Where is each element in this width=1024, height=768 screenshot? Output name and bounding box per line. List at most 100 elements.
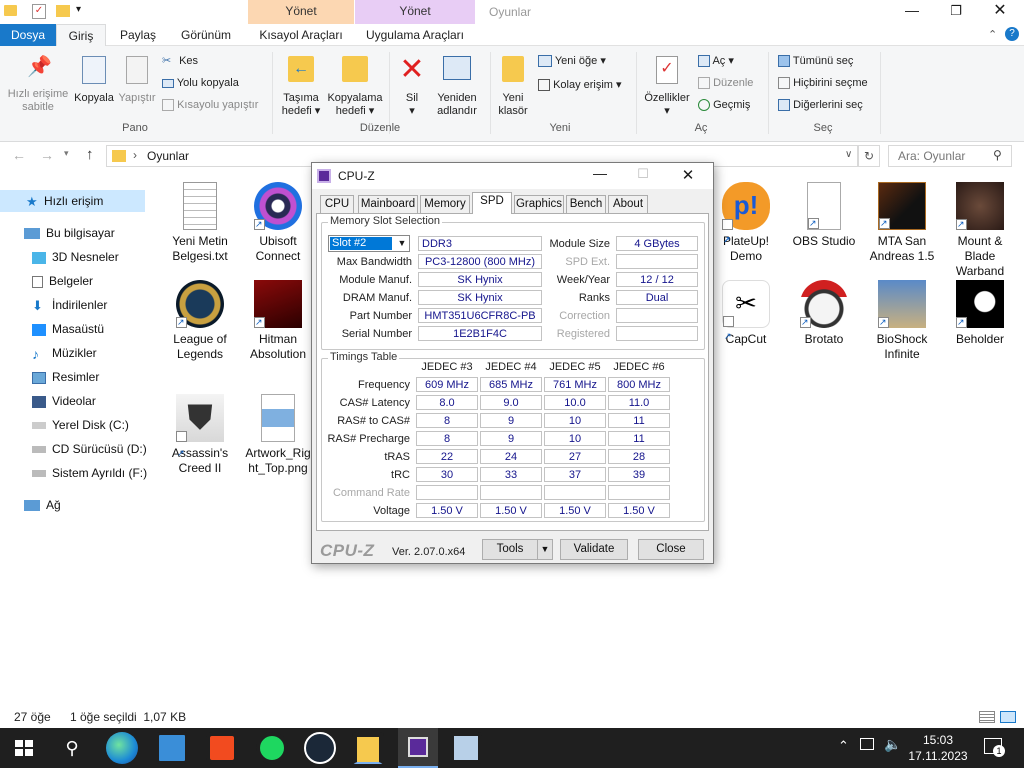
cpuz-tab-graphics[interactable]: Graphics <box>514 195 564 213</box>
nav-videos[interactable]: Videolar <box>0 390 96 412</box>
cpuz-tab-bench[interactable]: Bench <box>566 195 606 213</box>
nav-this-pc[interactable]: Bu bilgisayar <box>0 222 115 244</box>
task-manager-icon[interactable] <box>450 732 482 764</box>
nav-drive-f[interactable]: Sistem Ayrıldı (F:) <box>0 462 147 484</box>
details-view-icon[interactable] <box>979 711 995 723</box>
cpuz-minimize-button[interactable]: — <box>582 165 618 181</box>
file-item[interactable]: Brotato <box>788 280 860 347</box>
file-item[interactable]: Hitman Absolution <box>242 280 314 362</box>
file-item[interactable]: Artwork_Right_Top.png <box>242 394 314 476</box>
clock[interactable]: 15:03 17.11.2023 <box>905 732 971 764</box>
cpuz-tab-mainboard[interactable]: Mainboard <box>358 195 418 213</box>
tray-overflow-icon[interactable]: ⌃ <box>838 738 849 754</box>
move-to-button[interactable]: ← Taşıma hedefi ▾ <box>276 56 326 118</box>
paste-button[interactable]: Yapıştır <box>116 56 158 105</box>
file-item[interactable]: Beholder <box>944 280 1016 347</box>
file-item[interactable]: Ubisoft Connect <box>242 182 314 264</box>
file-item[interactable]: BioShock Infinite <box>866 280 938 362</box>
nav-drive-d[interactable]: CD Sürücüsü (D:) <box>0 438 147 460</box>
cut-button[interactable]: ✂ Kes <box>162 52 198 70</box>
cpuz-tab-cpu[interactable]: CPU <box>320 195 354 213</box>
copy-button[interactable]: Kopyala <box>72 56 116 105</box>
nav-downloads[interactable]: ⬇ İndirilenler <box>0 294 107 316</box>
file-item[interactable]: p!PlateUp! Demo <box>710 182 782 264</box>
slot-select[interactable]: Slot #2 ▼ <box>328 235 410 252</box>
back-icon[interactable]: ← <box>12 147 26 163</box>
maximize-button[interactable]: ❐ <box>934 0 978 24</box>
nav-music[interactable]: ♪ Müzikler <box>0 342 97 364</box>
refresh-button[interactable]: ↻ <box>858 145 880 167</box>
start-windows-icon[interactable] <box>8 732 40 764</box>
tools-button[interactable]: Tools <box>482 539 538 560</box>
nav-drive-c[interactable]: Yerel Disk (C:) <box>0 414 129 436</box>
tab-home[interactable]: Giriş <box>56 24 106 46</box>
nav-quick-access[interactable]: ★ Hızlı erişim <box>0 190 145 212</box>
edge-icon[interactable] <box>106 732 138 764</box>
file-explorer-icon[interactable] <box>352 732 384 764</box>
rename-button[interactable]: Yeniden adlandır <box>432 56 482 118</box>
search-input[interactable]: Ara: Oyunlar ⚲ <box>888 145 1012 167</box>
new-folder-button[interactable]: Yeni klasör <box>494 56 532 118</box>
new-item-button[interactable]: Yeni öğe ▾ <box>538 52 606 70</box>
cpuz-taskbar-icon[interactable] <box>398 728 438 768</box>
forward-icon[interactable]: → <box>40 147 54 163</box>
open-button[interactable]: Aç ▾ <box>698 52 734 70</box>
file-item[interactable]: Mount & Blade Warband <box>944 182 1016 279</box>
select-none-button[interactable]: Hiçbirini seçme <box>778 74 868 92</box>
help-icon[interactable]: ? <box>1005 27 1019 41</box>
history-button[interactable]: Geçmiş <box>698 96 750 114</box>
tab-share[interactable]: Paylaş <box>110 24 166 46</box>
edit-button[interactable]: Düzenle <box>698 74 753 92</box>
copy-path-button[interactable]: Yolu kopyala <box>162 74 239 92</box>
nav-3d-objects[interactable]: 3D Nesneler <box>0 246 119 268</box>
spotify-icon[interactable] <box>256 732 288 764</box>
delete-button[interactable]: ✕ Sil ▾ <box>392 55 432 118</box>
properties-qat-icon[interactable]: ✓ <box>32 4 46 19</box>
invert-selection-button[interactable]: Diğerlerini seç <box>778 96 863 114</box>
recent-locations-icon[interactable]: ▾ <box>64 148 69 159</box>
qat-dropdown-icon[interactable]: ▾ <box>76 4 81 15</box>
tools-dropdown-button[interactable]: ▼ <box>537 539 553 560</box>
steam-icon[interactable] <box>304 732 336 764</box>
volume-tray-icon[interactable]: 🔈 <box>884 736 901 753</box>
brave-icon[interactable] <box>206 732 238 764</box>
tab-file[interactable]: Dosya <box>0 24 56 46</box>
file-item[interactable]: ⛊Assassin's Creed II <box>164 394 236 477</box>
nav-desktop[interactable]: Masaüstü <box>0 318 104 340</box>
cpuz-close-button[interactable]: ✕ <box>670 166 706 184</box>
tab-view[interactable]: Görünüm <box>172 24 240 46</box>
cpuz-tab-spd[interactable]: SPD <box>472 192 512 214</box>
pin-quick-access-button[interactable]: 📌 Hızlı erişime sabitle <box>4 56 72 114</box>
breadcrumb-oyunlar[interactable]: Oyunlar <box>147 149 189 163</box>
file-item[interactable]: Yeni Metin Belgesi.txt <box>164 182 236 264</box>
network-tray-icon[interactable] <box>860 738 874 750</box>
up-icon[interactable]: ↑ <box>86 146 94 163</box>
cpuz-tab-memory[interactable]: Memory <box>420 195 470 213</box>
easy-access-button[interactable]: Kolay erişim ▾ <box>538 76 622 94</box>
select-all-button[interactable]: Tümünü seç <box>778 52 853 70</box>
close-button[interactable]: Close <box>638 539 704 560</box>
validate-button[interactable]: Validate <box>560 539 628 560</box>
file-item[interactable]: OBS Studio <box>788 182 860 249</box>
collapse-ribbon-icon[interactable]: ⌃ <box>988 28 997 41</box>
notifications-button[interactable]: 1 <box>984 738 1005 757</box>
cpuz-tab-about[interactable]: About <box>608 195 648 213</box>
new-folder-qat-icon[interactable] <box>56 5 70 17</box>
paste-shortcut-button[interactable]: Kısayolu yapıştır <box>162 96 258 114</box>
search-icon[interactable]: ⚲ <box>56 732 88 764</box>
file-item[interactable]: MTA San Andreas 1.5 <box>866 182 938 264</box>
address-dropdown-icon[interactable]: ∨ <box>845 149 852 160</box>
minimize-button[interactable]: — <box>890 0 934 24</box>
nav-network[interactable]: Ağ <box>0 494 61 516</box>
properties-button[interactable]: ✓ Özellikler ▾ <box>640 56 694 118</box>
file-item[interactable]: League of Legends <box>164 280 236 362</box>
large-icons-view-icon[interactable] <box>1000 711 1016 723</box>
tab-app-tools[interactable]: Uygulama Araçları <box>355 24 475 46</box>
nav-pictures[interactable]: Resimler <box>0 366 99 388</box>
tab-shortcut-tools[interactable]: Kısayol Araçları <box>248 24 354 46</box>
control-panel-icon[interactable] <box>156 732 188 764</box>
close-window-button[interactable]: ✕ <box>978 0 1022 24</box>
nav-documents[interactable]: Belgeler <box>0 270 93 292</box>
file-item[interactable]: ✂CapCut <box>710 280 782 358</box>
copy-to-button[interactable]: Kopyalama hedefi ▾ <box>326 56 384 118</box>
